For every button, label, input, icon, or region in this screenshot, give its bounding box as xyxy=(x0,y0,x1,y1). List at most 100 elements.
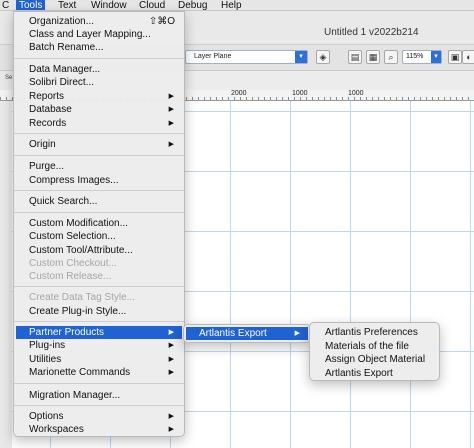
menu-item-origin[interactable]: Origin ▶ xyxy=(16,138,182,151)
menubar-item-window[interactable]: Window xyxy=(88,0,130,10)
menubar-item-debug[interactable]: Debug xyxy=(175,0,210,10)
menu-item-label: Migration Manager... xyxy=(29,390,121,401)
left-strip-label: Se xyxy=(5,75,13,81)
menu-item-label: Custom Checkout... xyxy=(29,258,117,269)
submenu-arrow-icon: ▶ xyxy=(168,342,174,349)
ruler-label: 1000 xyxy=(348,90,365,97)
menu-item-organization[interactable]: Organization... ⇧⌘O xyxy=(16,15,182,28)
menu-item-custom-modification[interactable]: Custom Modification... xyxy=(16,217,182,230)
menu-bar: C Tools Text Window Cloud Debug Help xyxy=(0,0,474,11)
layer-plane-select[interactable]: Layer Plane ▾ xyxy=(185,50,308,64)
menu-item-label: Custom Selection... xyxy=(29,231,116,242)
menubar-item-text[interactable]: Text xyxy=(55,0,79,10)
submenu-arrow-icon: ▶ xyxy=(294,330,300,337)
menu-item-database[interactable]: Database ▶ xyxy=(16,103,182,116)
menu-item-label: Origin xyxy=(29,139,56,150)
ruler-label: 1000 xyxy=(292,90,309,97)
menu-item-custom-release: Custom Release... xyxy=(16,270,182,283)
menu-item-utilities[interactable]: Utilities ▶ xyxy=(16,353,182,366)
menu-item-purge[interactable]: Purge... xyxy=(16,160,182,173)
menu-item-custom-selection[interactable]: Custom Selection... xyxy=(16,230,182,243)
menu-item-label: Solibri Direct... xyxy=(29,77,95,88)
menu-item-batch-rename[interactable]: Batch Rename... xyxy=(16,41,182,54)
menu-item-records[interactable]: Records ▶ xyxy=(16,117,182,130)
menubar-item-help[interactable]: Help xyxy=(218,0,245,10)
submenu-arrow-icon: ▶ xyxy=(168,369,174,376)
menu-separator xyxy=(14,321,184,322)
artlantis-export-submenu: Artlantis Preferences Materials of the f… xyxy=(309,322,440,381)
ruler-label: 2000 xyxy=(231,90,248,97)
menu-separator xyxy=(14,383,184,384)
menu-item-create-plugin-style[interactable]: Create Plug-in Style... xyxy=(16,305,182,318)
menu-item-reports[interactable]: Reports ▶ xyxy=(16,90,182,103)
menu-item-label: Data Manager... xyxy=(29,64,101,75)
menu-separator xyxy=(14,133,184,134)
menu-item-label: Assign Object Material xyxy=(325,354,426,365)
submenu-arrow-icon: ▶ xyxy=(168,141,174,148)
menu-item-assign-object-material[interactable]: Assign Object Material xyxy=(312,353,437,366)
layer-plane-value: Layer Plane xyxy=(194,53,232,60)
submenu-arrow-icon: ▶ xyxy=(168,413,174,420)
menu-item-compress-images[interactable]: Compress Images... xyxy=(16,174,182,187)
zoom-select[interactable]: 115% ▾ xyxy=(402,50,442,64)
submenu-arrow-icon: ▶ xyxy=(168,106,174,113)
menu-item-options[interactable]: Options ▶ xyxy=(16,410,182,423)
menu-item-label: Artlantis Preferences xyxy=(325,327,418,338)
menubar-item-tools[interactable]: Tools xyxy=(16,0,46,10)
layer-icon[interactable]: ▤ xyxy=(348,50,362,64)
zoom-value: 115% xyxy=(406,53,424,60)
menu-item-label: Utilities xyxy=(29,354,62,365)
chevron-down-icon: ▾ xyxy=(295,51,307,63)
window-title: Untitled 1 v2022b214 xyxy=(324,27,419,38)
menu-separator xyxy=(14,405,184,406)
grid-icon[interactable]: ▦ xyxy=(366,50,380,64)
submenu-arrow-icon: ▶ xyxy=(168,329,174,336)
menu-item-materials-of-file[interactable]: Materials of the file xyxy=(312,340,437,353)
menu-shortcut: ⇧⌘O xyxy=(148,16,175,27)
menu-item-label: Create Plug-in Style... xyxy=(29,306,127,317)
menu-item-label: Partner Products xyxy=(29,327,105,338)
partner-products-submenu: Artlantis Export ▶ xyxy=(183,324,311,343)
plane-icon[interactable]: ◈ xyxy=(316,50,330,64)
menu-item-label: Custom Tool/Attribute... xyxy=(29,245,133,256)
menu-item-marionette-commands[interactable]: Marionette Commands ▶ xyxy=(16,366,182,379)
menu-item-label: Reports xyxy=(29,91,65,102)
menu-item-create-data-tag-style: Create Data Tag Style... xyxy=(16,291,182,304)
menu-item-data-manager[interactable]: Data Manager... xyxy=(16,63,182,76)
menu-item-label: Custom Modification... xyxy=(29,218,128,229)
menu-item-label: Artlantis Export xyxy=(199,328,267,339)
menu-separator xyxy=(14,190,184,191)
submenu-arrow-icon: ▶ xyxy=(168,426,174,433)
menu-item-solibri-direct[interactable]: Solibri Direct... xyxy=(16,76,182,89)
menu-item-workspaces[interactable]: Workspaces ▶ xyxy=(16,423,182,436)
flyover-icon[interactable]: ◐ xyxy=(462,50,474,64)
menu-item-partner-products[interactable]: Partner Products ▶ xyxy=(16,326,182,339)
menu-item-custom-checkout: Custom Checkout... xyxy=(16,257,182,270)
menu-item-custom-tool-attribute[interactable]: Custom Tool/Attribute... xyxy=(16,244,182,257)
menu-item-label: Plug-ins xyxy=(29,340,66,351)
menu-item-label: Batch Rename... xyxy=(29,42,104,53)
submenu-arrow-icon: ▶ xyxy=(168,120,174,127)
menu-item-artlantis-export[interactable]: Artlantis Export xyxy=(312,367,437,380)
menubar-item-c[interactable]: C xyxy=(0,0,12,10)
menu-item-label: Marionette Commands xyxy=(29,367,131,378)
menu-item-artlantis-preferences[interactable]: Artlantis Preferences xyxy=(312,326,437,339)
menu-item-label: Create Data Tag Style... xyxy=(29,292,135,303)
menu-item-label: Materials of the file xyxy=(325,341,409,352)
menu-item-plugins[interactable]: Plug-ins ▶ xyxy=(16,339,182,352)
menu-item-label: Records xyxy=(29,118,67,129)
menu-item-label: Artlantis Export xyxy=(325,368,393,379)
zoom-icon[interactable]: ⌕ xyxy=(384,50,398,64)
menu-item-label: Custom Release... xyxy=(29,271,112,282)
fit-view-icon[interactable]: ▣ xyxy=(448,50,462,64)
menubar-item-cloud[interactable]: Cloud xyxy=(136,0,168,10)
menu-item-label: Database xyxy=(29,104,72,115)
menu-item-quick-search[interactable]: Quick Search... xyxy=(16,195,182,208)
menu-separator xyxy=(14,212,184,213)
menu-item-artlantis-export-submenu[interactable]: Artlantis Export ▶ xyxy=(186,327,308,340)
menu-item-class-layer-mapping[interactable]: Class and Layer Mapping... xyxy=(16,28,182,41)
menu-separator xyxy=(14,286,184,287)
menu-item-migration-manager[interactable]: Migration Manager... xyxy=(16,389,182,402)
menu-separator xyxy=(14,58,184,59)
submenu-arrow-icon: ▶ xyxy=(168,93,174,100)
